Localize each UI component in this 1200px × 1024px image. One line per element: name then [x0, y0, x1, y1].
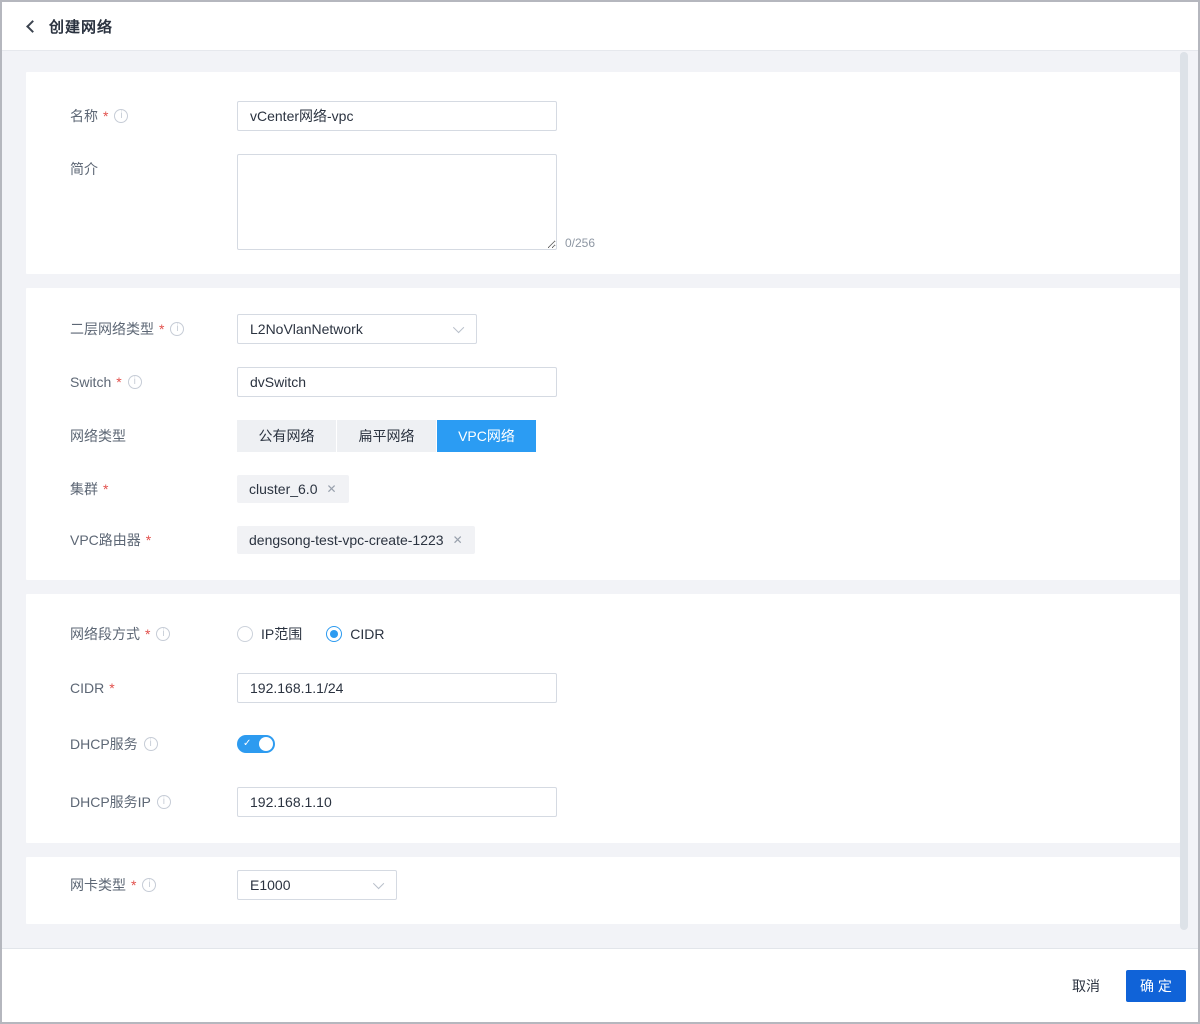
close-icon[interactable]: ✕	[326, 482, 336, 496]
dhcp-ip-input[interactable]	[237, 787, 557, 817]
info-icon[interactable]: i	[157, 795, 171, 809]
required-mark: *	[131, 875, 136, 895]
cancel-button[interactable]: 取消	[1072, 976, 1100, 996]
vpc-router-label: VPC路由器 *	[70, 530, 237, 550]
network-type-row: 网络类型 公有网络 扁平网络 VPC网络	[70, 420, 1180, 452]
network-type-segments: 公有网络 扁平网络 VPC网络	[237, 420, 536, 452]
close-icon[interactable]: ✕	[453, 533, 463, 547]
dhcp-toggle[interactable]: ✓	[237, 735, 275, 753]
network-type-label: 网络类型	[70, 426, 237, 446]
description-row: 简介 0/256	[70, 154, 1180, 250]
nic-type-row: 网卡类型 * i E1000	[70, 870, 1180, 900]
name-input[interactable]	[237, 101, 557, 131]
required-mark: *	[103, 106, 108, 126]
segment-flat-network[interactable]: 扁平网络	[337, 420, 436, 452]
nic-type-card: 网卡类型 * i E1000	[26, 857, 1180, 924]
confirm-button[interactable]: 确 定	[1126, 970, 1186, 1002]
nic-type-label: 网卡类型 * i	[70, 875, 237, 895]
cidr-row: CIDR *	[70, 673, 1180, 703]
radio-circle	[237, 626, 253, 642]
switch-label: Switch * i	[70, 372, 237, 392]
l2-type-select[interactable]: L2NoVlanNetwork	[237, 314, 477, 344]
back-icon[interactable]	[26, 20, 39, 33]
required-mark: *	[146, 530, 151, 550]
description-textarea[interactable]	[237, 154, 557, 250]
cidr-input[interactable]	[237, 673, 557, 703]
network-config-card: 二层网络类型 * i L2NoVlanNetwork Switch * i 网络…	[26, 288, 1180, 580]
required-mark: *	[103, 479, 108, 499]
char-counter: 0/256	[565, 236, 595, 250]
info-icon[interactable]: i	[144, 737, 158, 751]
check-icon: ✓	[243, 738, 251, 750]
required-mark: *	[145, 624, 150, 644]
page-header: 创建网络	[2, 2, 1198, 51]
segment-method-label: 网络段方式 * i	[70, 624, 237, 644]
info-icon[interactable]: i	[114, 109, 128, 123]
name-row: 名称 * i	[70, 101, 1180, 131]
cidr-label: CIDR *	[70, 678, 237, 698]
cluster-tag: cluster_6.0 ✕	[237, 475, 349, 503]
description-control: 0/256	[237, 154, 595, 250]
info-icon[interactable]: i	[156, 627, 170, 641]
segment-vpc-network[interactable]: VPC网络	[437, 420, 536, 452]
dhcp-ip-row: DHCP服务IP i	[70, 787, 1180, 817]
segment-method-radios: IP范围 CIDR	[237, 624, 384, 644]
switch-input[interactable]	[237, 367, 557, 397]
dhcp-ip-label: DHCP服务IP i	[70, 792, 237, 812]
info-icon[interactable]: i	[128, 375, 142, 389]
required-mark: *	[116, 372, 121, 392]
segment-public-network[interactable]: 公有网络	[237, 420, 336, 452]
switch-row: Switch * i	[70, 367, 1180, 397]
toggle-knob	[259, 737, 273, 751]
required-mark: *	[109, 678, 114, 698]
create-network-window: 创建网络 名称 * i 简介 0/256 二层网络类型 *	[0, 0, 1200, 1024]
radio-cidr[interactable]: CIDR	[326, 626, 384, 642]
chevron-down-icon	[453, 322, 464, 333]
radio-ip-range[interactable]: IP范围	[237, 624, 302, 644]
segment-config-card: 网络段方式 * i IP范围 CIDR CIDR *	[26, 594, 1180, 843]
vpc-router-row: VPC路由器 * dengsong-test-vpc-create-1223 ✕	[70, 526, 1180, 554]
dhcp-row: DHCP服务 i ✓	[70, 734, 1180, 754]
footer-actions: 取消 确 定	[2, 948, 1198, 1022]
basic-info-card: 名称 * i 简介 0/256	[26, 72, 1180, 274]
chevron-down-icon	[373, 878, 384, 889]
vpc-router-tag: dengsong-test-vpc-create-1223 ✕	[237, 526, 475, 554]
required-mark: *	[159, 319, 164, 339]
info-icon[interactable]: i	[170, 322, 184, 336]
cluster-row: 集群 * cluster_6.0 ✕	[70, 475, 1180, 503]
segment-method-row: 网络段方式 * i IP范围 CIDR	[70, 624, 1180, 644]
l2-type-label: 二层网络类型 * i	[70, 319, 237, 339]
dhcp-label: DHCP服务 i	[70, 734, 237, 754]
page-title: 创建网络	[49, 16, 113, 37]
nic-type-select[interactable]: E1000	[237, 870, 397, 900]
description-label: 简介	[70, 159, 237, 179]
l2-type-row: 二层网络类型 * i L2NoVlanNetwork	[70, 314, 1180, 344]
radio-circle	[326, 626, 342, 642]
vertical-scrollbar[interactable]	[1180, 52, 1188, 930]
cluster-label: 集群 *	[70, 479, 237, 499]
name-label: 名称 * i	[70, 106, 237, 126]
info-icon[interactable]: i	[142, 878, 156, 892]
